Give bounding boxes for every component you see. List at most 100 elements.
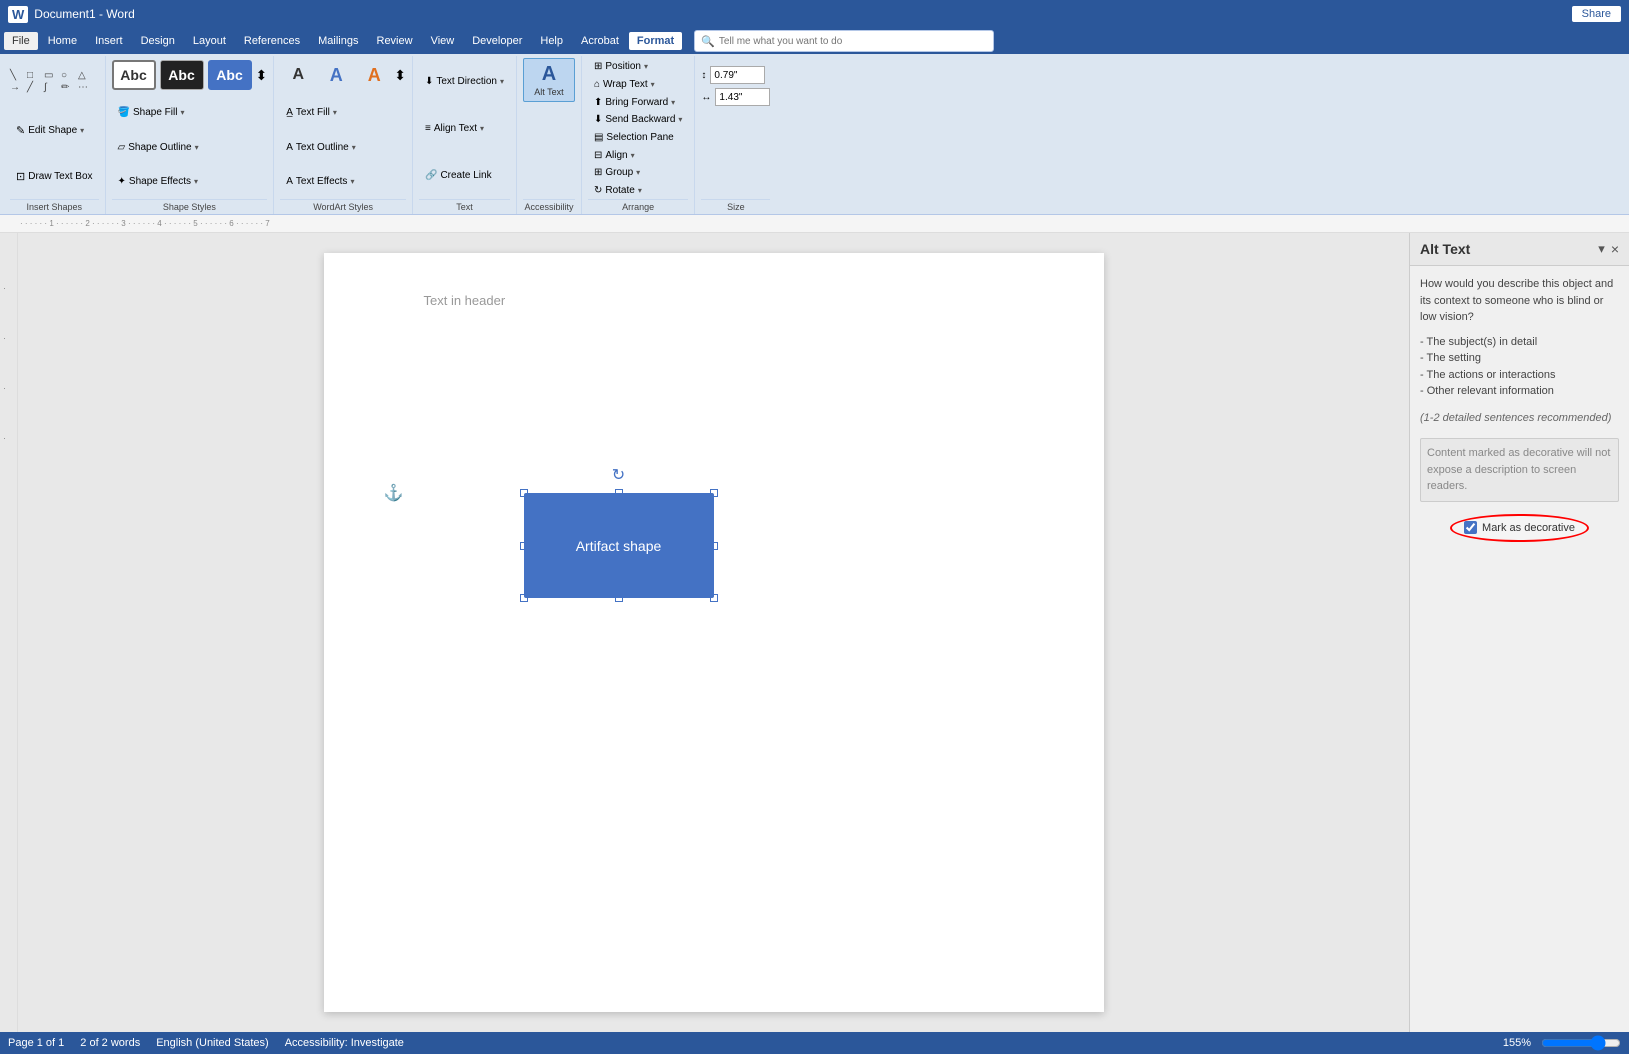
freeform-icon[interactable]: ✏ bbox=[61, 82, 77, 93]
create-link-button[interactable]: 🔗 Create Link bbox=[419, 167, 498, 184]
panel-close-button[interactable]: × bbox=[1611, 241, 1619, 257]
position-button[interactable]: ⊞ Position ▾ bbox=[588, 58, 681, 75]
rect-tool-icon[interactable]: □ bbox=[27, 70, 43, 81]
status-bar-right: 155% bbox=[1503, 1037, 1621, 1049]
share-button[interactable]: Share bbox=[1572, 6, 1621, 22]
menu-references[interactable]: References bbox=[236, 32, 308, 50]
zoom-slider[interactable] bbox=[1541, 1037, 1621, 1049]
left-margin: · · · · bbox=[0, 233, 18, 1032]
wrap-text-icon: ⌂ bbox=[594, 79, 600, 90]
ribbon-group-size: ↕ ↔ Size bbox=[695, 56, 776, 214]
panel-list-item-3: - The actions or interactions bbox=[1420, 367, 1619, 384]
ribbon-group-shape-styles: Abc Abc Abc ⬍ 🪣 Shape Fill ▾ ▱ Shape Out… bbox=[106, 56, 275, 214]
selection-pane-icon: ▤ bbox=[594, 132, 603, 143]
menu-mailings[interactable]: Mailings bbox=[310, 32, 366, 50]
panel-list-item-1: - The subject(s) in detail bbox=[1420, 334, 1619, 351]
menu-layout[interactable]: Layout bbox=[185, 32, 234, 50]
menu-acrobat[interactable]: Acrobat bbox=[573, 32, 627, 50]
menu-home[interactable]: Home bbox=[40, 32, 85, 50]
shape-style-swatch-2[interactable]: Abc bbox=[160, 60, 204, 90]
menu-format[interactable]: Format bbox=[629, 32, 682, 50]
group-button[interactable]: ⊞ Group ▾ bbox=[588, 164, 648, 181]
artifact-shape[interactable]: Artifact shape bbox=[524, 493, 714, 598]
text-outline-button[interactable]: A Text Outline ▾ bbox=[280, 139, 362, 156]
shape-style-swatch-3[interactable]: Abc bbox=[208, 60, 252, 90]
accessibility-label: Accessibility bbox=[523, 199, 575, 214]
more-shapes-icon[interactable]: ⋯ bbox=[78, 82, 94, 93]
arrange-col-3: ⊞ Group ▾ ↻ Rotate ▾ bbox=[588, 164, 648, 199]
text-fill-row: A̲ Text Fill ▾ bbox=[280, 96, 343, 131]
arrow-icon[interactable]: → bbox=[10, 82, 26, 93]
menu-insert[interactable]: Insert bbox=[87, 32, 131, 50]
shape-fill-icon: 🪣 bbox=[118, 107, 130, 118]
page-count: Page 1 of 1 bbox=[8, 1037, 64, 1049]
panel-recommendation: (1-2 detailed sentences recommended) bbox=[1420, 410, 1619, 427]
rotate-handle[interactable]: ↻ bbox=[612, 465, 625, 485]
ribbon-group-insert-shapes: ╲ □ ▭ ○ △ → ╱ ∫ ✏ ⋯ ✎ Edit Shape ▾ ⊡ Dra bbox=[4, 56, 106, 214]
text-effects-button[interactable]: A Text Effects ▾ bbox=[280, 173, 360, 190]
menu-developer[interactable]: Developer bbox=[464, 32, 530, 50]
anchor-icon[interactable]: ⚓ bbox=[384, 483, 404, 503]
width-input-row: ↔ bbox=[701, 88, 770, 106]
panel-textarea-area: Content marked as decorative will not ex… bbox=[1420, 438, 1619, 502]
create-link-row: 🔗 Create Link bbox=[419, 152, 498, 199]
alt-text-button[interactable]: A Alt Text bbox=[523, 58, 575, 102]
draw-text-box-row: ⊡ Draw Text Box bbox=[10, 153, 99, 199]
panel-list-item-4: - Other relevant information bbox=[1420, 383, 1619, 400]
ribbon-group-arrange: ⊞ Position ▾ ⌂ Wrap Text ▾ ⬆ Bring Forwa… bbox=[582, 56, 695, 214]
shape-fill-dropdown-icon: ▾ bbox=[180, 108, 184, 117]
bring-forward-button[interactable]: ⬆ Bring Forward ▾ bbox=[588, 94, 681, 111]
arrange-label: Arrange bbox=[588, 199, 688, 214]
width-input[interactable] bbox=[715, 88, 770, 106]
selection-pane-button[interactable]: ▤ Selection Pane bbox=[588, 129, 688, 146]
text-fill-dropdown-icon: ▾ bbox=[333, 108, 337, 117]
height-input[interactable] bbox=[710, 66, 765, 84]
edit-shape-button[interactable]: ✎ Edit Shape ▾ bbox=[10, 121, 90, 140]
shape-container[interactable]: ↻ Artifact shape bbox=[524, 493, 714, 598]
main-area: · · · · Text in header ⚓ ↻ bbox=[0, 233, 1629, 1032]
text-effects-dropdown-icon: ▾ bbox=[350, 177, 354, 186]
text-fill-button[interactable]: A̲ Text Fill ▾ bbox=[280, 104, 343, 121]
search-bar[interactable]: 🔍 bbox=[694, 30, 994, 52]
shape-outline-button[interactable]: ▱ Shape Outline ▾ bbox=[112, 139, 205, 156]
wrap-text-button[interactable]: ⌂ Wrap Text ▾ bbox=[588, 76, 681, 93]
shape-fill-button[interactable]: 🪣 Shape Fill ▾ bbox=[112, 104, 191, 121]
mark-decorative-checkbox[interactable] bbox=[1464, 521, 1477, 534]
menu-file[interactable]: File bbox=[4, 32, 38, 50]
wordart-styles-label: WordArt Styles bbox=[280, 199, 406, 214]
mark-decorative-label[interactable]: Mark as decorative bbox=[1482, 520, 1575, 537]
line2-icon[interactable]: ╱ bbox=[27, 82, 43, 93]
panel-collapse-button[interactable]: ▾ bbox=[1598, 241, 1605, 257]
rounded-rect-icon[interactable]: ▭ bbox=[44, 70, 60, 81]
wordart-swatch-1[interactable]: A bbox=[280, 61, 316, 89]
search-input[interactable] bbox=[719, 36, 987, 47]
accessibility-status[interactable]: Accessibility: Investigate bbox=[285, 1037, 404, 1049]
align-button[interactable]: ⊟ Align ▾ bbox=[588, 147, 688, 164]
shape-style-swatch-1[interactable]: Abc bbox=[112, 60, 156, 90]
header-text: Text in header bbox=[424, 293, 506, 308]
word-logo-icon: W bbox=[8, 6, 28, 23]
triangle-icon[interactable]: △ bbox=[78, 70, 94, 81]
alt-text-icon: A bbox=[542, 63, 556, 86]
menu-review[interactable]: Review bbox=[369, 32, 421, 50]
wordart-swatch-2[interactable]: A bbox=[318, 61, 354, 89]
rotate-button[interactable]: ↻ Rotate ▾ bbox=[588, 182, 648, 199]
shape-styles-scroll-icon[interactable]: ⬍ bbox=[256, 67, 268, 84]
panel-title: Alt Text bbox=[1420, 241, 1470, 257]
menu-design[interactable]: Design bbox=[133, 32, 183, 50]
oval-icon[interactable]: ○ bbox=[61, 70, 77, 81]
menu-help[interactable]: Help bbox=[532, 32, 571, 50]
line-tool-icon[interactable]: ╲ bbox=[10, 70, 26, 81]
shape-outline-dropdown-icon: ▾ bbox=[195, 143, 199, 152]
send-backward-dropdown-icon: ▾ bbox=[678, 115, 682, 124]
menu-view[interactable]: View bbox=[423, 32, 463, 50]
wordart-scroll-icon[interactable]: ⬍ bbox=[394, 67, 406, 84]
text-effects-row: A Text Effects ▾ bbox=[280, 165, 360, 200]
send-backward-button[interactable]: ⬇ Send Backward ▾ bbox=[588, 111, 688, 128]
align-text-button[interactable]: ≡ Align Text ▾ bbox=[419, 120, 490, 137]
draw-text-box-button[interactable]: ⊡ Draw Text Box bbox=[10, 167, 99, 186]
text-direction-button[interactable]: ⬇ Text Direction ▾ bbox=[419, 73, 510, 90]
curve-icon[interactable]: ∫ bbox=[44, 82, 60, 93]
wordart-swatch-3[interactable]: A bbox=[356, 61, 392, 89]
shape-effects-button[interactable]: ✦ Shape Effects ▾ bbox=[112, 173, 205, 190]
